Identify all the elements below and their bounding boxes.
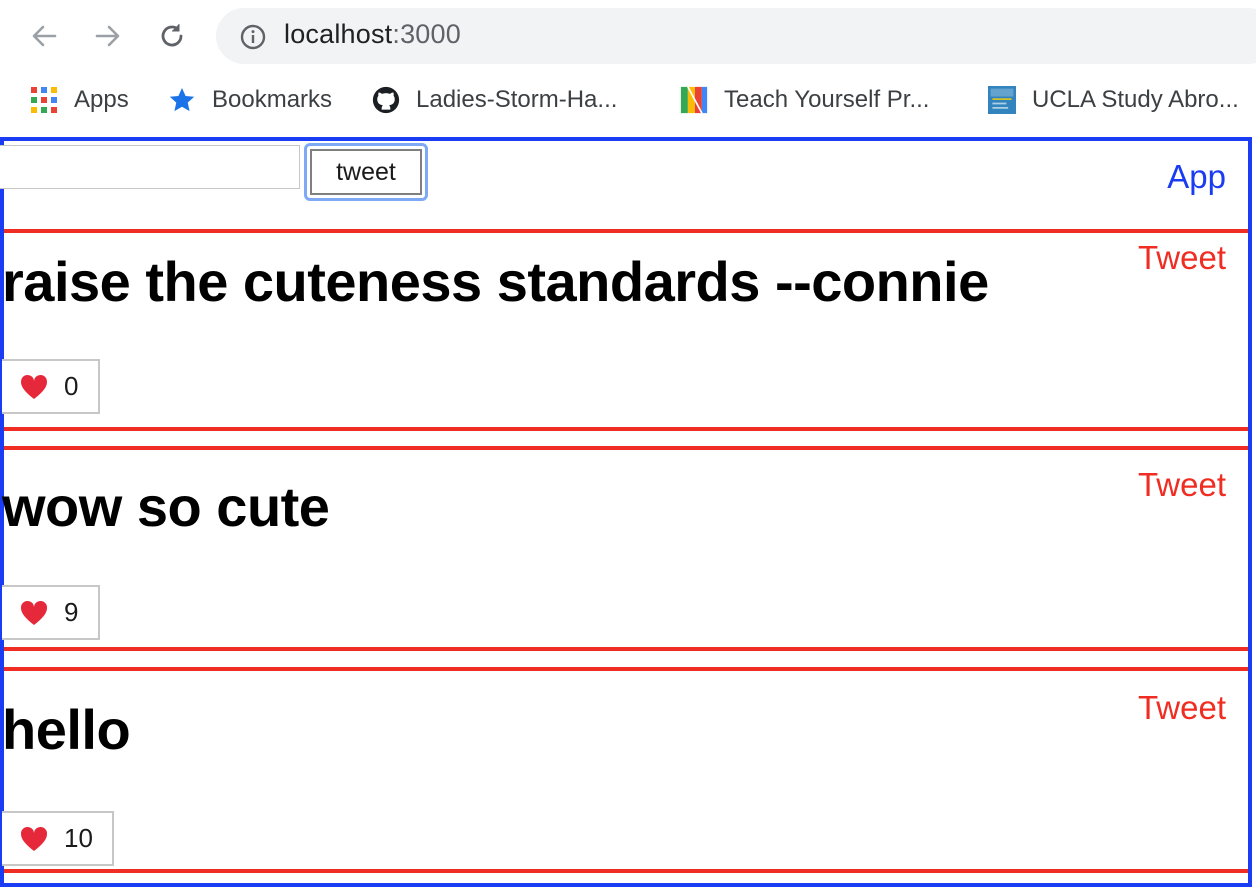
bookmark-bookmarks[interactable]: Bookmarks bbox=[168, 80, 332, 120]
bookmark-label: Bookmarks bbox=[212, 86, 333, 113]
tweet-card: Tweet raise the cuteness standards --con… bbox=[2, 229, 1248, 431]
tweet-text: wow so cute bbox=[2, 475, 330, 538]
like-count: 10 bbox=[64, 823, 93, 853]
tweet-component-label: Tweet bbox=[1137, 689, 1226, 726]
tweet-button[interactable]: tweet bbox=[304, 143, 428, 201]
like-count: 9 bbox=[64, 597, 79, 627]
reload-icon bbox=[161, 24, 183, 47]
bookmark-apps[interactable]: Apps bbox=[30, 80, 129, 120]
tweet-card: Tweet wow so cute 9 bbox=[2, 446, 1248, 651]
star-icon bbox=[168, 86, 196, 114]
forward-arrow-icon bbox=[95, 25, 120, 47]
bookmark-label: UCLA Study Abro... bbox=[1032, 86, 1239, 113]
url-port: :3000 bbox=[392, 19, 461, 49]
url-host: localhost bbox=[284, 19, 393, 49]
like-button[interactable]: 9 bbox=[2, 585, 100, 640]
bookmark-ladies-storm[interactable]: Ladies-Storm-Ha... bbox=[372, 80, 617, 120]
bookmark-label: Ladies-Storm-Ha... bbox=[416, 86, 618, 113]
apps-grid-icon bbox=[30, 86, 58, 114]
heart-icon bbox=[20, 826, 48, 851]
back-button[interactable] bbox=[26, 18, 62, 54]
browser-chrome: localhost:3000 Apps Bookmarks Ladies-Sto… bbox=[0, 0, 1256, 136]
github-icon bbox=[372, 86, 400, 114]
bookmark-label: Teach Yourself Pr... bbox=[724, 86, 930, 113]
tweet-text: hello bbox=[2, 698, 131, 761]
tweet-text: raise the cuteness standards --connie bbox=[2, 250, 989, 313]
app-container: tweet App Tweet raise the cuteness stand… bbox=[0, 137, 1252, 887]
bookmark-teach-yourself[interactable]: Teach Yourself Pr... bbox=[680, 80, 929, 120]
bookmark-ucla[interactable]: UCLA Study Abro... bbox=[988, 80, 1239, 120]
app-component-label: App bbox=[1167, 158, 1226, 195]
tweet-component-label: Tweet bbox=[1137, 239, 1226, 276]
tweet-component-label: Tweet bbox=[1137, 466, 1226, 503]
like-count: 0 bbox=[64, 371, 79, 401]
address-url[interactable]: localhost:3000 bbox=[284, 19, 461, 50]
heart-icon bbox=[20, 374, 48, 399]
colored-bars-icon bbox=[680, 86, 708, 114]
tweet-card: Tweet hello 10 bbox=[2, 667, 1248, 873]
bookmark-label: Apps bbox=[74, 86, 129, 113]
like-button[interactable]: 10 bbox=[2, 811, 114, 866]
bookmarks-bar: Apps Bookmarks Ladies-Storm-Ha... Teach … bbox=[0, 80, 1256, 120]
forward-button[interactable] bbox=[90, 18, 126, 54]
tweet-button-label: tweet bbox=[310, 149, 422, 195]
back-arrow-icon bbox=[32, 25, 57, 47]
ucla-icon bbox=[988, 86, 1016, 114]
heart-icon bbox=[20, 600, 48, 625]
reload-button[interactable] bbox=[154, 18, 190, 54]
tweet-input[interactable] bbox=[0, 145, 300, 189]
info-icon[interactable] bbox=[240, 24, 266, 50]
like-button[interactable]: 0 bbox=[2, 359, 100, 414]
